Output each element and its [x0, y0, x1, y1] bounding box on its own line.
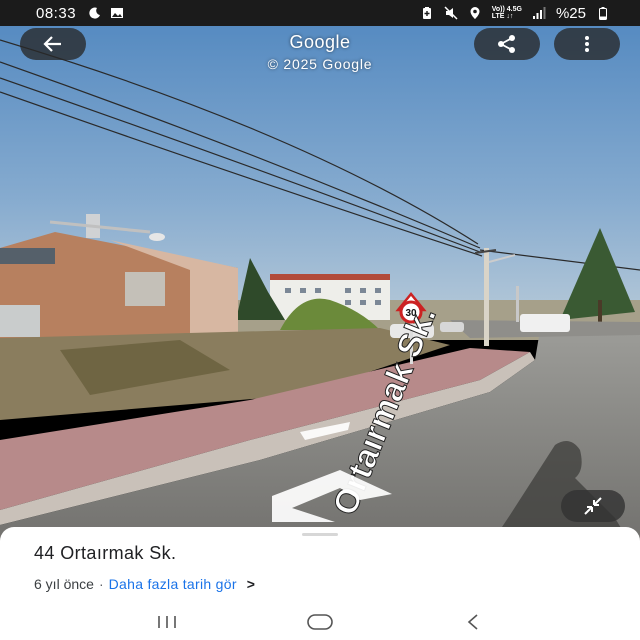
street-view-image[interactable]: 30 Ortaırmak Sk. [0, 0, 640, 560]
street-view-panorama[interactable]: 30 Ortaırmak Sk. [0, 0, 640, 560]
system-nav-bar [0, 604, 640, 640]
page-title: Google [289, 32, 351, 52]
status-time: 08:33 [36, 4, 77, 22]
recent-apps-button[interactable] [147, 607, 187, 637]
arrow-back-icon [43, 36, 61, 52]
back-nav-icon [468, 614, 478, 630]
title-block: Google © 2025 Google [200, 32, 440, 72]
copyright-text: © 2025 Google [267, 56, 373, 72]
history-link[interactable]: Daha fazla tarih gör [109, 576, 237, 592]
street-view-screen: 30 Ortaırmak Sk. 08:33 Vo)) 4.5G LTE ↓↑ %… [0, 0, 640, 640]
home-icon [307, 614, 333, 630]
home-button[interactable] [300, 607, 340, 637]
image-icon [111, 8, 124, 18]
more-options-button[interactable] [554, 28, 620, 60]
truck [520, 314, 570, 332]
mute-icon [444, 6, 458, 20]
location-icon [470, 7, 480, 19]
utility-pole [484, 248, 489, 346]
collapse-button[interactable] [561, 490, 625, 522]
share-icon [498, 35, 515, 53]
capture-date: 6 yıl önce [34, 576, 94, 592]
network-icon: Vo)) 4.5G LTE ↓↑ [491, 6, 522, 20]
signal-icon [532, 7, 546, 19]
moon-icon [89, 7, 101, 19]
share-button[interactable] [474, 28, 540, 60]
back-button[interactable] [20, 28, 86, 60]
separator: · [98, 576, 104, 592]
chevron-right-icon[interactable]: > [247, 576, 255, 592]
recent-apps-icon [157, 616, 176, 628]
back-nav-button[interactable] [453, 607, 493, 637]
drag-handle[interactable] [302, 533, 338, 536]
battery-icon [599, 7, 607, 20]
battery-saver-icon [422, 7, 431, 19]
collapse-icon [584, 497, 602, 515]
place-title: 44 Ortaırmak Sk. [34, 543, 177, 563]
more-vert-icon [585, 36, 589, 52]
battery-text: %25 [555, 4, 586, 22]
status-bar: 08:33 Vo)) 4.5G LTE ↓↑ %25 [0, 0, 640, 26]
date-row: 6 yıl önce · Daha fazla tarih gör > [34, 576, 255, 592]
